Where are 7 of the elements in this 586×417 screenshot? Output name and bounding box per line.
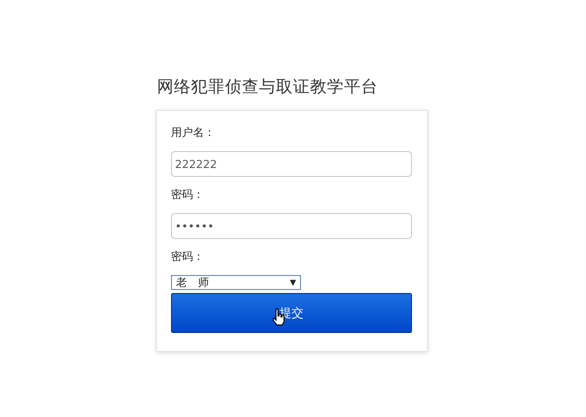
- input-field[interactable]: 222222: [171, 151, 412, 178]
- field-label: 用户名：: [171, 125, 216, 142]
- role-select[interactable]: 老 师 ▼: [171, 274, 301, 290]
- field-label: 密码：: [171, 249, 205, 266]
- page-title: 网络犯罪侦查与取证教学平台: [157, 76, 379, 98]
- input-field[interactable]: ••••••: [171, 213, 412, 240]
- field-label: 密码：: [171, 187, 205, 204]
